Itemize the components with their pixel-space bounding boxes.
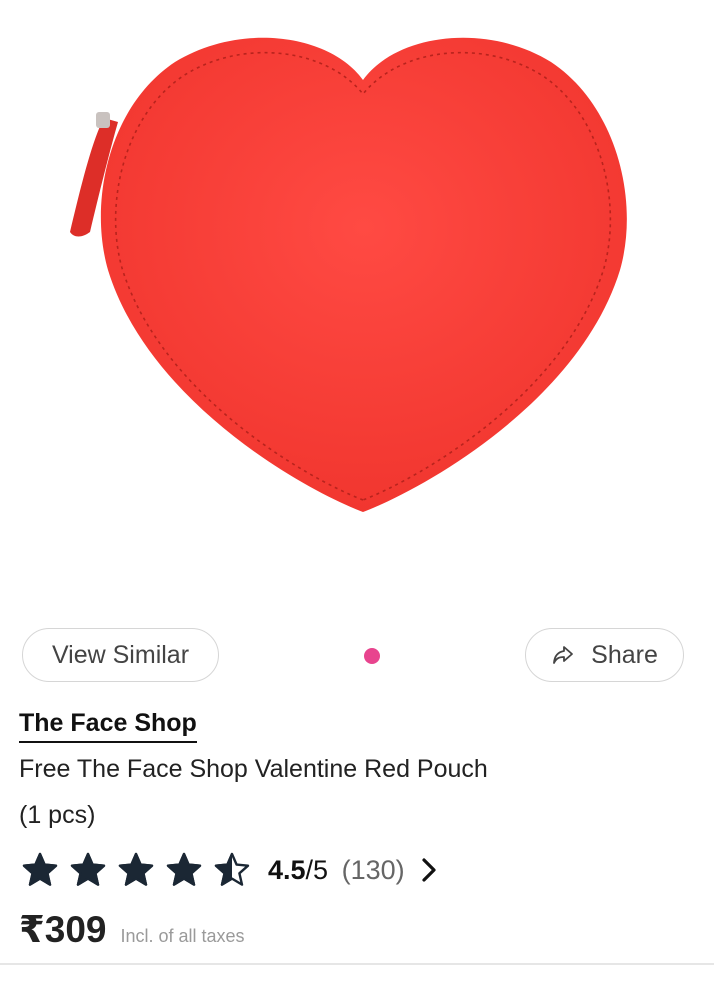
star-icon	[118, 852, 154, 886]
star-rating	[22, 852, 262, 888]
product-quantity: (1 pcs)	[19, 801, 96, 829]
divider	[0, 963, 714, 965]
product-title: Free The Face Shop Valentine Red Pouch	[19, 755, 488, 783]
rating-summary: 4.5/5 (130)	[268, 855, 405, 886]
view-similar-label: View Similar	[51, 640, 190, 669]
rating-out-of: /5	[305, 854, 329, 885]
price-row: ₹309 Incl. of all taxes	[19, 908, 245, 956]
action-row: View Similar Share	[0, 628, 714, 684]
star-icon	[166, 852, 202, 886]
star-icon	[70, 852, 106, 886]
carousel-indicator-dot[interactable]	[364, 648, 380, 664]
heart-pouch	[100, 37, 627, 512]
tax-note: Incl. of all taxes	[120, 926, 245, 946]
rating-count: (130)	[341, 854, 405, 885]
rating-score: 4.5	[268, 854, 306, 885]
price-amount: ₹309	[19, 909, 107, 950]
star-icon	[214, 852, 250, 886]
share-arrow-icon	[553, 646, 574, 664]
view-similar-button[interactable]: View Similar	[22, 628, 219, 682]
brand-link[interactable]: The Face Shop	[19, 709, 197, 743]
share-label: Share	[591, 640, 658, 669]
share-button[interactable]: Share	[525, 628, 684, 682]
star-icon	[22, 852, 58, 886]
rating-row[interactable]: 4.5/5 (130)	[22, 850, 439, 890]
chevron-right-icon[interactable]	[419, 857, 439, 883]
product-image	[70, 37, 627, 512]
